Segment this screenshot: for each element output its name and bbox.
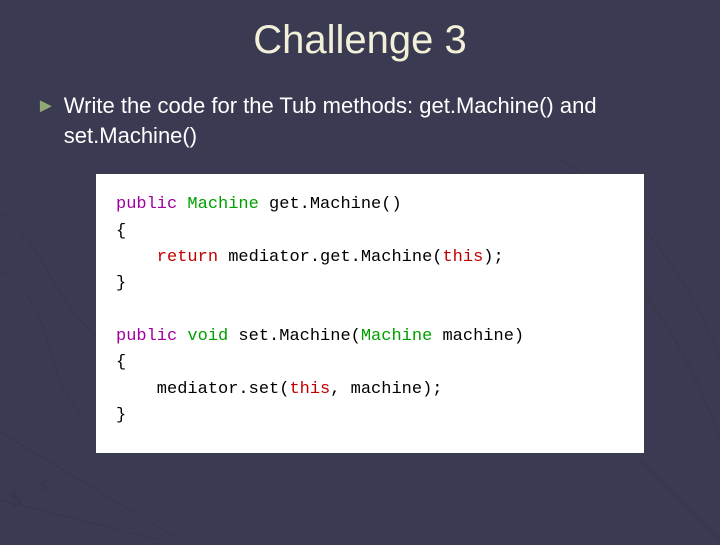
code-text: }	[116, 274, 126, 293]
triangle-bullet-icon: ►	[36, 91, 56, 121]
code-text: , machine);	[330, 380, 442, 399]
bullet-item: ► Write the code for the Tub methods: ge…	[36, 91, 684, 150]
bullet-text: Write the code for the Tub methods: get.…	[64, 91, 684, 150]
code-kw: this	[442, 248, 483, 267]
code-text: {	[116, 222, 126, 241]
code-text: {	[116, 353, 126, 372]
code-kw: return	[116, 248, 218, 267]
code-type: Machine	[177, 195, 259, 214]
code-kw: public	[116, 327, 177, 346]
code-text: get.Machine()	[259, 195, 402, 214]
code-type: void	[177, 327, 228, 346]
code-text: }	[116, 406, 126, 425]
code-text: set.Machine(	[228, 327, 361, 346]
code-text: mediator.get.Machine(	[218, 248, 442, 267]
code-text: mediator.set(	[116, 380, 289, 399]
slide: Challenge 3 ► Write the code for the Tub…	[0, 0, 720, 540]
code-type: Machine	[361, 327, 432, 346]
code-text: machine)	[432, 327, 524, 346]
code-text: );	[483, 248, 503, 267]
code-block: public Machine get.Machine() { return me…	[96, 174, 644, 453]
code-kw: this	[289, 380, 330, 399]
code-kw: public	[116, 195, 177, 214]
slide-title: Challenge 3	[36, 18, 684, 63]
